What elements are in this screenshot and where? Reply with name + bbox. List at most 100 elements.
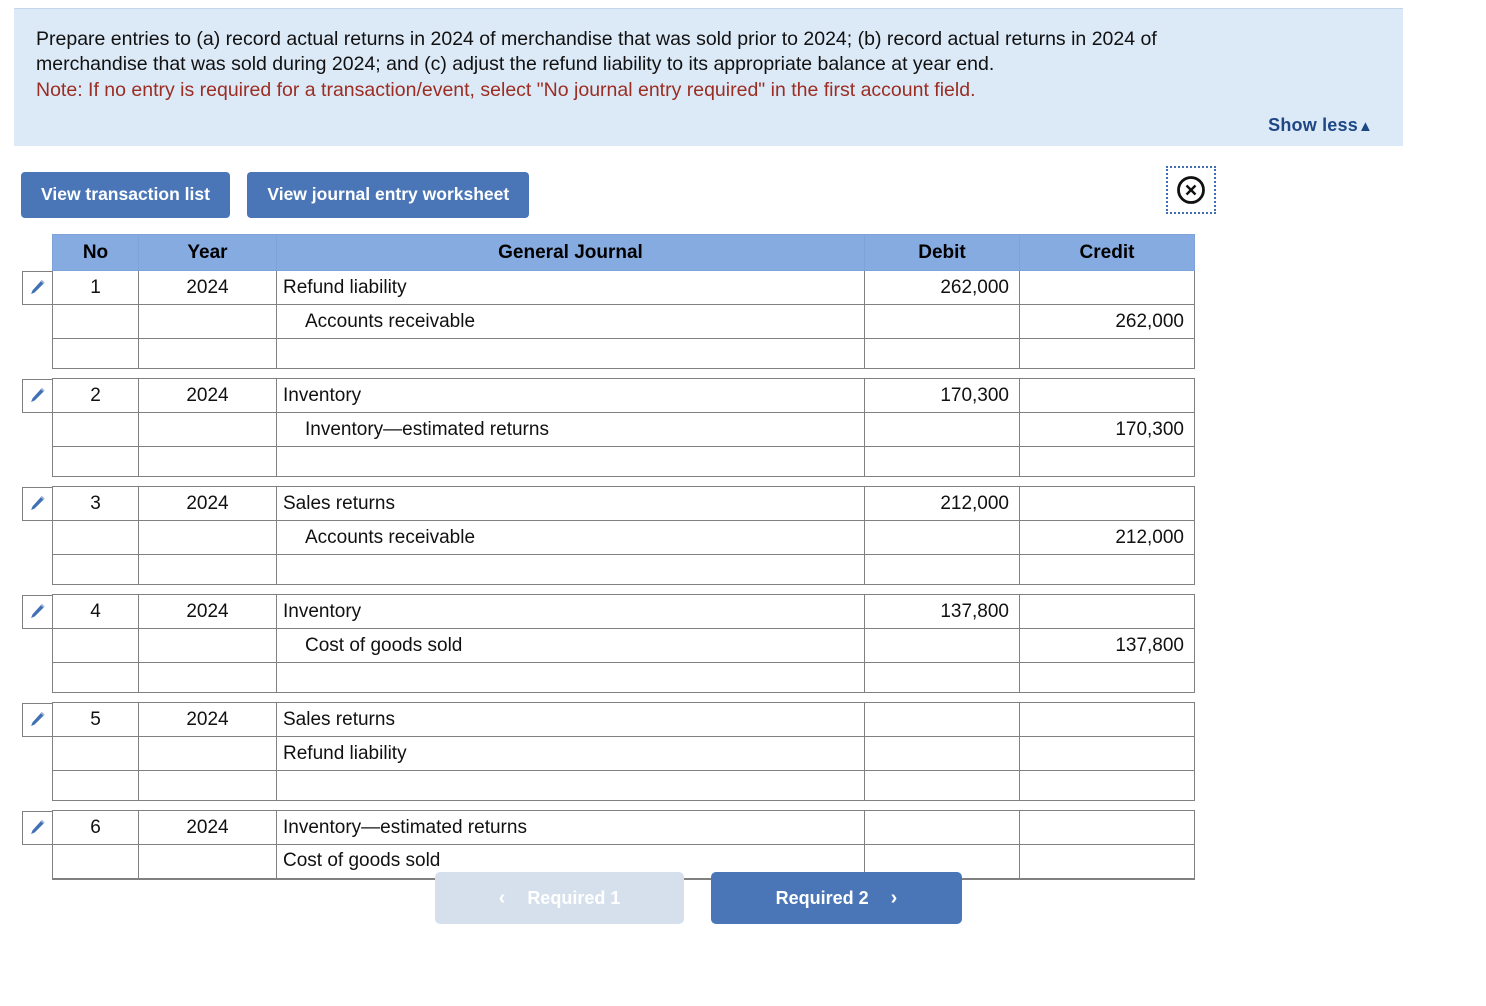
cell-account[interactable]	[276, 338, 865, 369]
edit-entry-button[interactable]	[22, 270, 52, 305]
pencil-edit-icon	[31, 387, 45, 402]
cell-account[interactable]	[276, 554, 865, 585]
cell-debit[interactable]	[864, 338, 1020, 369]
table-header: No Year General Journal Debit Credit	[52, 234, 1195, 271]
cell-debit[interactable]	[864, 446, 1020, 477]
toolbar: View transaction list View journal entry…	[21, 172, 542, 218]
show-less-toggle[interactable]: Show less▲	[1268, 115, 1373, 136]
cell-no: 1	[52, 270, 139, 305]
cell-credit[interactable]	[1019, 736, 1195, 771]
cell-no: 2	[52, 378, 139, 413]
cell-account[interactable]: Inventory—estimated returns	[276, 810, 865, 845]
cell-account[interactable]: Cost of goods sold	[276, 628, 865, 663]
cell-debit[interactable]	[864, 702, 1020, 737]
cell-account[interactable]: Refund liability	[276, 270, 865, 305]
edit-entry-button[interactable]	[22, 594, 52, 629]
cell-account[interactable]: Sales returns	[276, 486, 865, 521]
cell-debit[interactable]	[864, 628, 1020, 663]
cell-year	[138, 844, 277, 880]
table-row[interactable]	[52, 338, 1195, 369]
table-row[interactable]: 6 2024 Inventory—estimated returns	[52, 810, 1195, 845]
table-row[interactable]: Refund liability	[52, 736, 1195, 771]
cell-credit[interactable]	[1019, 594, 1195, 629]
edit-entry-button[interactable]	[22, 378, 52, 413]
cell-credit[interactable]	[1019, 810, 1195, 845]
cell-account[interactable]: Refund liability	[276, 736, 865, 771]
required-1-label: Required 1	[527, 888, 621, 908]
cell-credit[interactable]	[1019, 554, 1195, 585]
cell-account[interactable]	[276, 446, 865, 477]
cell-credit[interactable]	[1019, 770, 1195, 801]
view-transaction-list-button[interactable]: View transaction list	[21, 172, 230, 218]
journal-entry-table: No Year General Journal Debit Credit 1 20…	[52, 234, 1195, 880]
column-header-year: Year	[138, 234, 277, 271]
cell-credit[interactable]: 137,800	[1019, 628, 1195, 663]
cell-debit[interactable]: 262,000	[864, 270, 1020, 305]
table-row[interactable]: 1 2024 Refund liability 262,000	[52, 270, 1195, 305]
required-2-button[interactable]: Required 2 ›	[711, 872, 962, 924]
cell-credit[interactable]	[1019, 270, 1195, 305]
view-journal-entry-worksheet-button[interactable]: View journal entry worksheet	[247, 172, 530, 218]
close-button[interactable]	[1166, 166, 1216, 214]
cell-debit[interactable]	[864, 412, 1020, 447]
edit-entry-button[interactable]	[22, 810, 52, 845]
cell-year: 2024	[138, 594, 277, 629]
edit-entry-button[interactable]	[22, 486, 52, 521]
cell-account[interactable]	[276, 770, 865, 801]
cell-debit[interactable]	[864, 770, 1020, 801]
cell-credit[interactable]: 262,000	[1019, 304, 1195, 339]
cell-year	[138, 770, 277, 801]
table-row[interactable]: 2 2024 Inventory 170,300	[52, 378, 1195, 413]
table-row[interactable]: Accounts receivable 212,000	[52, 520, 1195, 555]
cell-debit[interactable]	[864, 554, 1020, 585]
cell-debit[interactable]	[864, 304, 1020, 339]
required-2-label: Required 2	[775, 888, 869, 908]
entry-gap	[53, 369, 1195, 379]
cell-no	[52, 304, 139, 339]
cell-debit[interactable]	[864, 736, 1020, 771]
cell-credit[interactable]	[1019, 702, 1195, 737]
cell-credit[interactable]	[1019, 486, 1195, 521]
pencil-edit-icon	[31, 495, 45, 510]
cell-credit[interactable]	[1019, 662, 1195, 693]
cell-year	[138, 338, 277, 369]
column-header-journal: General Journal	[276, 234, 865, 271]
cell-year	[138, 662, 277, 693]
cell-account[interactable]: Accounts receivable	[276, 520, 865, 555]
cell-account[interactable]	[276, 662, 865, 693]
cell-year: 2024	[138, 378, 277, 413]
table-row[interactable]: Cost of goods sold 137,800	[52, 628, 1195, 663]
cell-debit[interactable]	[864, 662, 1020, 693]
cell-account[interactable]: Inventory	[276, 378, 865, 413]
table-row[interactable]	[52, 554, 1195, 585]
cell-account[interactable]: Sales returns	[276, 702, 865, 737]
instruction-line-2: merchandise that was sold during 2024; a…	[36, 53, 995, 75]
table-row[interactable]: 3 2024 Sales returns 212,000	[52, 486, 1195, 521]
cell-credit[interactable]: 170,300	[1019, 412, 1195, 447]
cell-debit[interactable]: 137,800	[864, 594, 1020, 629]
table-row[interactable]: 4 2024 Inventory 137,800	[52, 594, 1195, 629]
table-row[interactable]	[52, 770, 1195, 801]
instruction-banner: Prepare entries to (a) record actual ret…	[14, 8, 1403, 146]
table-row[interactable]: Accounts receivable 262,000	[52, 304, 1195, 339]
cell-credit[interactable]	[1019, 446, 1195, 477]
table-row[interactable]	[52, 446, 1195, 477]
cell-credit[interactable]	[1019, 378, 1195, 413]
cell-account[interactable]: Inventory—estimated returns	[276, 412, 865, 447]
table-row[interactable]: 5 2024 Sales returns	[52, 702, 1195, 737]
cell-credit[interactable]	[1019, 844, 1195, 880]
cell-account[interactable]: Inventory	[276, 594, 865, 629]
required-1-button[interactable]: ‹ Required 1	[435, 872, 684, 924]
cell-debit[interactable]	[864, 520, 1020, 555]
entry-gap	[53, 585, 1195, 595]
cell-account[interactable]: Accounts receivable	[276, 304, 865, 339]
edit-entry-button[interactable]	[22, 702, 52, 737]
cell-debit[interactable]: 212,000	[864, 486, 1020, 521]
cell-debit[interactable]	[864, 810, 1020, 845]
table-row[interactable]: Inventory—estimated returns 170,300	[52, 412, 1195, 447]
cell-credit[interactable]	[1019, 338, 1195, 369]
cell-debit[interactable]: 170,300	[864, 378, 1020, 413]
cell-credit[interactable]: 212,000	[1019, 520, 1195, 555]
table-row[interactable]	[52, 662, 1195, 693]
cell-year: 2024	[138, 270, 277, 305]
